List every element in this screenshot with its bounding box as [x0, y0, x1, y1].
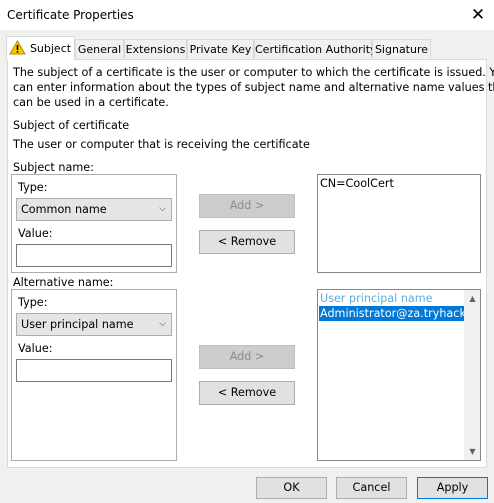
tab-private-key[interactable]: Private Key	[187, 39, 254, 58]
subject-type-label: Type:	[18, 181, 48, 194]
chevron-down-icon: ⌵	[159, 319, 166, 329]
alt-type-dropdown[interactable]: User principal name ⌵	[16, 313, 172, 336]
alternative-name-list[interactable]: User principal name Administrator@za.try…	[317, 289, 481, 461]
cancel-button[interactable]: Cancel	[336, 477, 407, 499]
alt-type-label: Type:	[18, 296, 48, 309]
tab-general[interactable]: General	[75, 39, 124, 58]
intro-line-3: can be used in a certificate.	[13, 96, 169, 109]
close-icon[interactable]: ✕	[466, 3, 490, 27]
tab-signature[interactable]: Signature	[372, 39, 431, 58]
chevron-down-icon: ⌵	[159, 204, 166, 214]
alt-type-value: User principal name	[21, 318, 134, 331]
ok-button[interactable]: OK	[256, 477, 327, 499]
apply-button[interactable]: Apply	[417, 477, 488, 499]
subject-of-certificate-text: The user or computer that is receiving t…	[13, 138, 310, 151]
subject-remove-button[interactable]: < Remove	[199, 230, 295, 254]
subject-value-label: Value:	[18, 227, 53, 240]
list-item[interactable]: CN=CoolCert	[318, 175, 480, 192]
alternative-name-label: Alternative name:	[13, 276, 114, 289]
subject-of-certificate-heading: Subject of certificate	[13, 119, 130, 132]
window-title: Certificate Properties	[7, 8, 134, 22]
tab-extensions[interactable]: Extensions	[124, 39, 187, 58]
tab-certification-authority[interactable]: Certification Authority	[254, 39, 377, 58]
scroll-down-icon[interactable]: ▼	[464, 443, 480, 460]
subject-name-list[interactable]: CN=CoolCert	[317, 174, 481, 273]
list-group-header: User principal name	[320, 292, 433, 305]
subject-value-input[interactable]	[16, 244, 172, 267]
alt-value-label: Value:	[18, 342, 53, 355]
subject-name-label: Subject name:	[13, 161, 94, 174]
scroll-up-icon[interactable]: ▲	[464, 290, 480, 307]
alt-value-input[interactable]	[16, 359, 172, 382]
vertical-scrollbar[interactable]: ▲ ▼	[464, 290, 480, 460]
intro-line-1: The subject of a certificate is the user…	[13, 66, 494, 79]
alt-add-button[interactable]: Add >	[199, 345, 295, 369]
subject-type-value: Common name	[21, 203, 107, 216]
subject-add-button[interactable]: Add >	[199, 194, 295, 218]
warning-icon	[9, 40, 26, 55]
list-item-selected[interactable]: Administrator@za.tryhackme.lo	[319, 306, 465, 321]
alt-remove-button[interactable]: < Remove	[199, 381, 295, 405]
intro-line-2: can enter information about the types of…	[13, 81, 494, 94]
subject-type-dropdown[interactable]: Common name ⌵	[16, 198, 172, 221]
